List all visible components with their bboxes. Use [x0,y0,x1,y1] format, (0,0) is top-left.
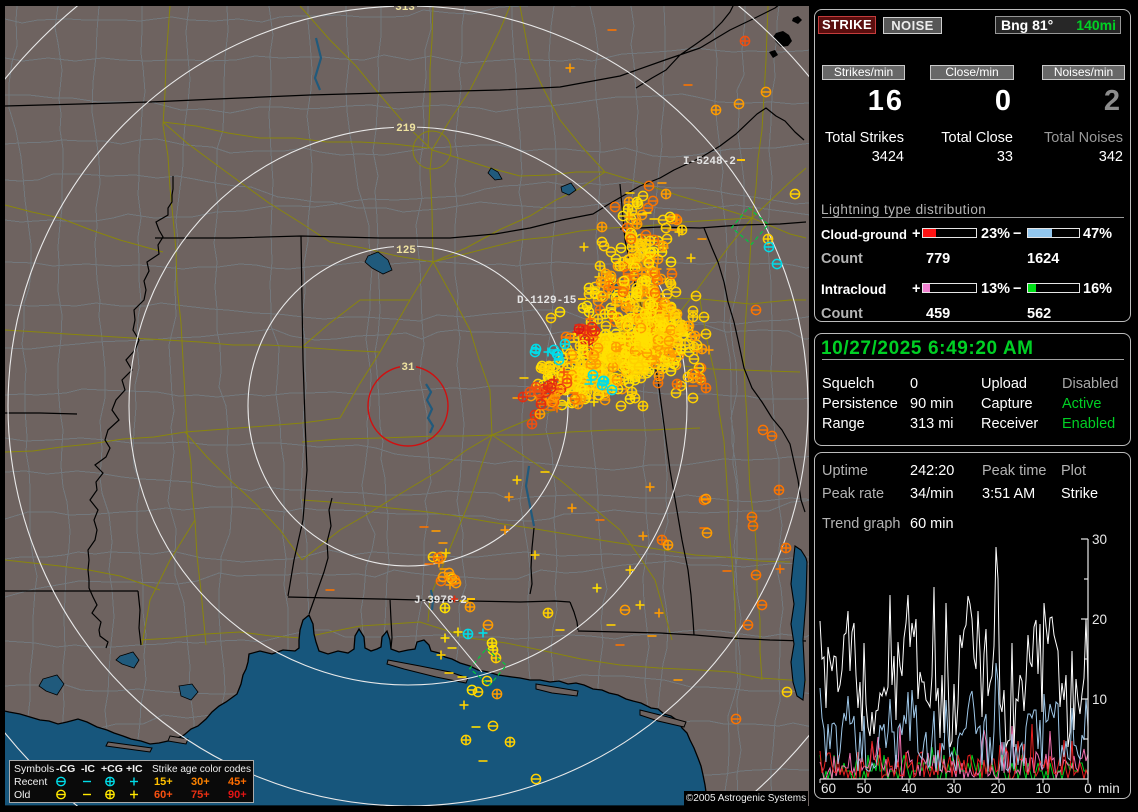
svg-text:313: 313 [395,2,415,14]
svg-text:I-5248-2: I-5248-2 [683,156,736,168]
svg-text:30+: 30+ [191,776,210,788]
svg-text:Old: Old [14,789,31,801]
svg-text:219: 219 [396,123,416,135]
svg-text:D-1129-15: D-1129-15 [517,295,577,307]
svg-text:45+: 45+ [228,776,247,788]
svg-text:Strike age color codes: Strike age color codes [152,764,251,775]
svg-text:+IC: +IC [126,763,143,775]
svg-text:Recent: Recent [14,776,47,788]
svg-text:-CG: -CG [56,763,75,775]
svg-text:-IC: -IC [81,763,95,775]
svg-text:Symbols: Symbols [14,763,54,775]
svg-text:90+: 90+ [228,789,247,801]
svg-text:31: 31 [401,362,415,374]
svg-text:75+: 75+ [191,789,210,801]
svg-text:125: 125 [396,245,416,257]
svg-text:J-3978-2: J-3978-2 [414,595,467,607]
svg-text:15+: 15+ [154,776,173,788]
svg-text:+CG: +CG [101,763,123,775]
svg-text:60+: 60+ [154,789,173,801]
